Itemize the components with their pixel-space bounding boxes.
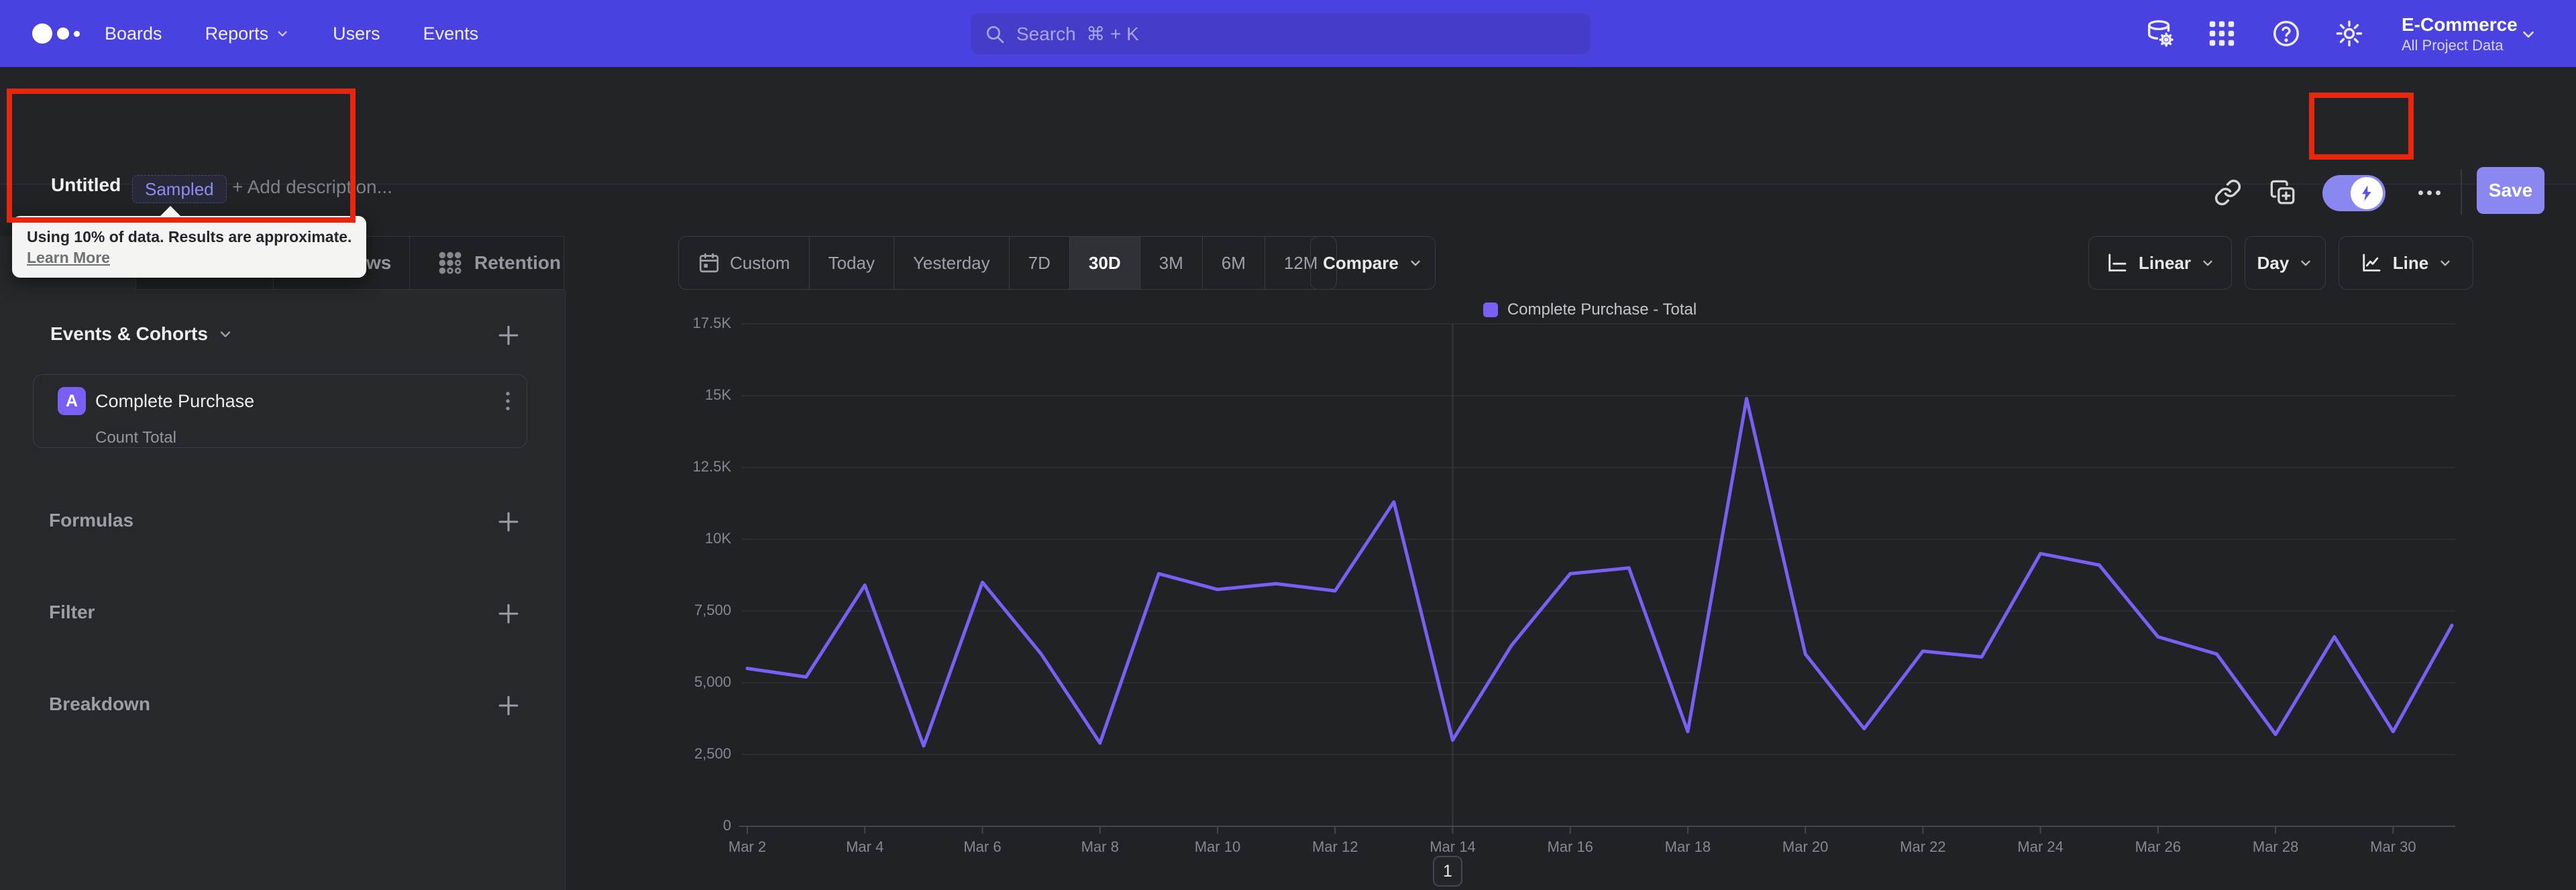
y-axis-label: 0: [722, 817, 731, 834]
x-axis-label: Mar 18: [1664, 838, 1711, 855]
x-axis-label: Mar 30: [2370, 838, 2416, 855]
x-axis-label: Mar 10: [1194, 838, 1241, 855]
tooltip-text: Using 10% of data. Results are approxima…: [27, 228, 352, 245]
x-axis-label: Mar 24: [2017, 838, 2063, 855]
y-axis-label: 17.5K: [692, 315, 732, 331]
x-axis-label: Mar 28: [2252, 838, 2299, 855]
x-axis-label: Mar 4: [846, 838, 884, 855]
y-axis-label: 12.5K: [692, 458, 732, 475]
x-axis-label: Mar 20: [1782, 838, 1829, 855]
y-axis-label: 5,000: [694, 673, 731, 690]
x-axis-label: Mar 26: [2135, 838, 2182, 855]
x-axis-label: Mar 2: [728, 838, 767, 855]
x-axis-label: Mar 22: [1900, 838, 1946, 855]
pagination-page-button[interactable]: 1: [1433, 856, 1462, 887]
x-axis-label: Mar 14: [1430, 838, 1476, 855]
x-axis-label: Mar 16: [1547, 838, 1593, 855]
y-axis-label: 2,500: [694, 745, 731, 762]
x-axis-label: Mar 6: [963, 838, 1002, 855]
line-chart[interactable]: [0, 0, 2576, 890]
tooltip-learn-more-link[interactable]: Learn More: [27, 247, 352, 268]
y-axis-label: 15K: [704, 386, 731, 403]
x-axis-label: Mar 8: [1081, 838, 1119, 855]
app-root: Boards Reports Users Events Search ⌘ + K…: [0, 0, 2576, 890]
y-axis-label: 10K: [704, 530, 731, 547]
series-line-complete-purchase[interactable]: [745, 396, 2454, 748]
tooltip-arrow: [160, 206, 181, 217]
sampling-tooltip: Using 10% of data. Results are approxima…: [12, 206, 367, 278]
y-axis-label: 7,500: [694, 602, 731, 618]
x-axis-label: Mar 12: [1311, 838, 1358, 855]
